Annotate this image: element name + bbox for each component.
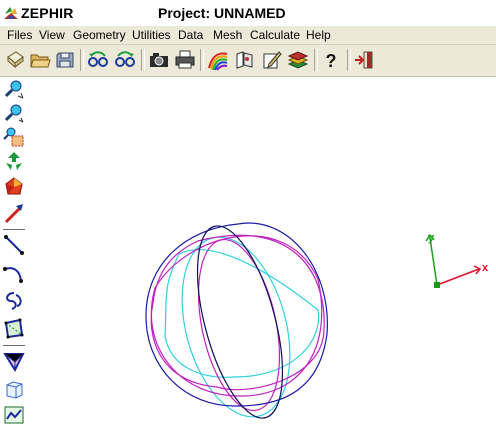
new-file-icon[interactable] xyxy=(3,48,27,72)
zephir-logo-icon xyxy=(3,5,19,21)
vector-arrow-icon[interactable] xyxy=(2,201,26,225)
y-axis-line xyxy=(429,237,438,286)
toolbar: ? xyxy=(0,45,496,77)
cyan-ring xyxy=(164,249,320,378)
zoom-window-icon[interactable] xyxy=(2,125,26,149)
spline-tool-icon[interactable] xyxy=(2,289,26,313)
edit-properties-icon[interactable] xyxy=(260,48,284,72)
y-axis-label: y xyxy=(428,232,435,244)
exit-icon[interactable] xyxy=(352,48,376,72)
cyan-meridian xyxy=(181,236,291,418)
refresh-icon[interactable] xyxy=(2,149,26,173)
surface-tool-icon[interactable] xyxy=(2,350,26,374)
menu-utilities[interactable]: Utilities xyxy=(132,28,171,42)
polygon-tool-icon[interactable] xyxy=(2,317,26,341)
rainbow-colormap-icon[interactable] xyxy=(206,48,230,72)
window-title: Project: UNNAMED xyxy=(158,5,286,21)
print-icon[interactable] xyxy=(173,48,197,72)
menu-calculate[interactable]: Calculate xyxy=(250,28,300,42)
line-tool-icon[interactable] xyxy=(2,233,26,257)
render-solid-icon[interactable] xyxy=(2,175,26,199)
menu-help[interactable]: Help xyxy=(306,28,331,42)
open-folder-icon[interactable] xyxy=(28,48,52,72)
menu-mesh[interactable]: Mesh xyxy=(213,28,242,42)
arc-tool-icon[interactable] xyxy=(2,261,26,285)
volume-tool-icon[interactable] xyxy=(2,377,26,401)
camera-icon[interactable] xyxy=(147,48,171,72)
help-icon[interactable]: ? xyxy=(319,48,343,72)
x-axis-label: x xyxy=(482,262,489,274)
model-viewport[interactable]: y x xyxy=(28,77,496,420)
axis-triad: y x xyxy=(425,232,489,288)
view-options-icon[interactable] xyxy=(233,48,257,72)
undo-icon[interactable] xyxy=(86,48,110,72)
save-disk-icon[interactable] xyxy=(53,48,77,72)
zoom-in-icon[interactable] xyxy=(2,77,26,101)
menu-bar: Files View Geometry Utilities Data Mesh … xyxy=(0,26,496,45)
zoom-out-icon[interactable] xyxy=(2,101,26,125)
app-name: ZEPHIR xyxy=(21,5,74,21)
menu-view[interactable]: View xyxy=(39,28,65,42)
menu-data[interactable]: Data xyxy=(178,28,203,42)
x-axis-line xyxy=(436,268,480,286)
mesh-tool-icon[interactable] xyxy=(2,401,26,425)
left-toolbar xyxy=(0,77,28,424)
blue-sphere xyxy=(145,222,328,407)
menu-files[interactable]: Files xyxy=(7,28,32,42)
axis-origin xyxy=(434,282,440,288)
menu-geometry[interactable]: Geometry xyxy=(73,28,126,42)
svg-text:?: ? xyxy=(326,51,337,71)
redo-icon[interactable] xyxy=(113,48,137,72)
title-bar: ZEPHIR Project: UNNAMED xyxy=(0,0,496,26)
layers-icon[interactable] xyxy=(286,48,310,72)
